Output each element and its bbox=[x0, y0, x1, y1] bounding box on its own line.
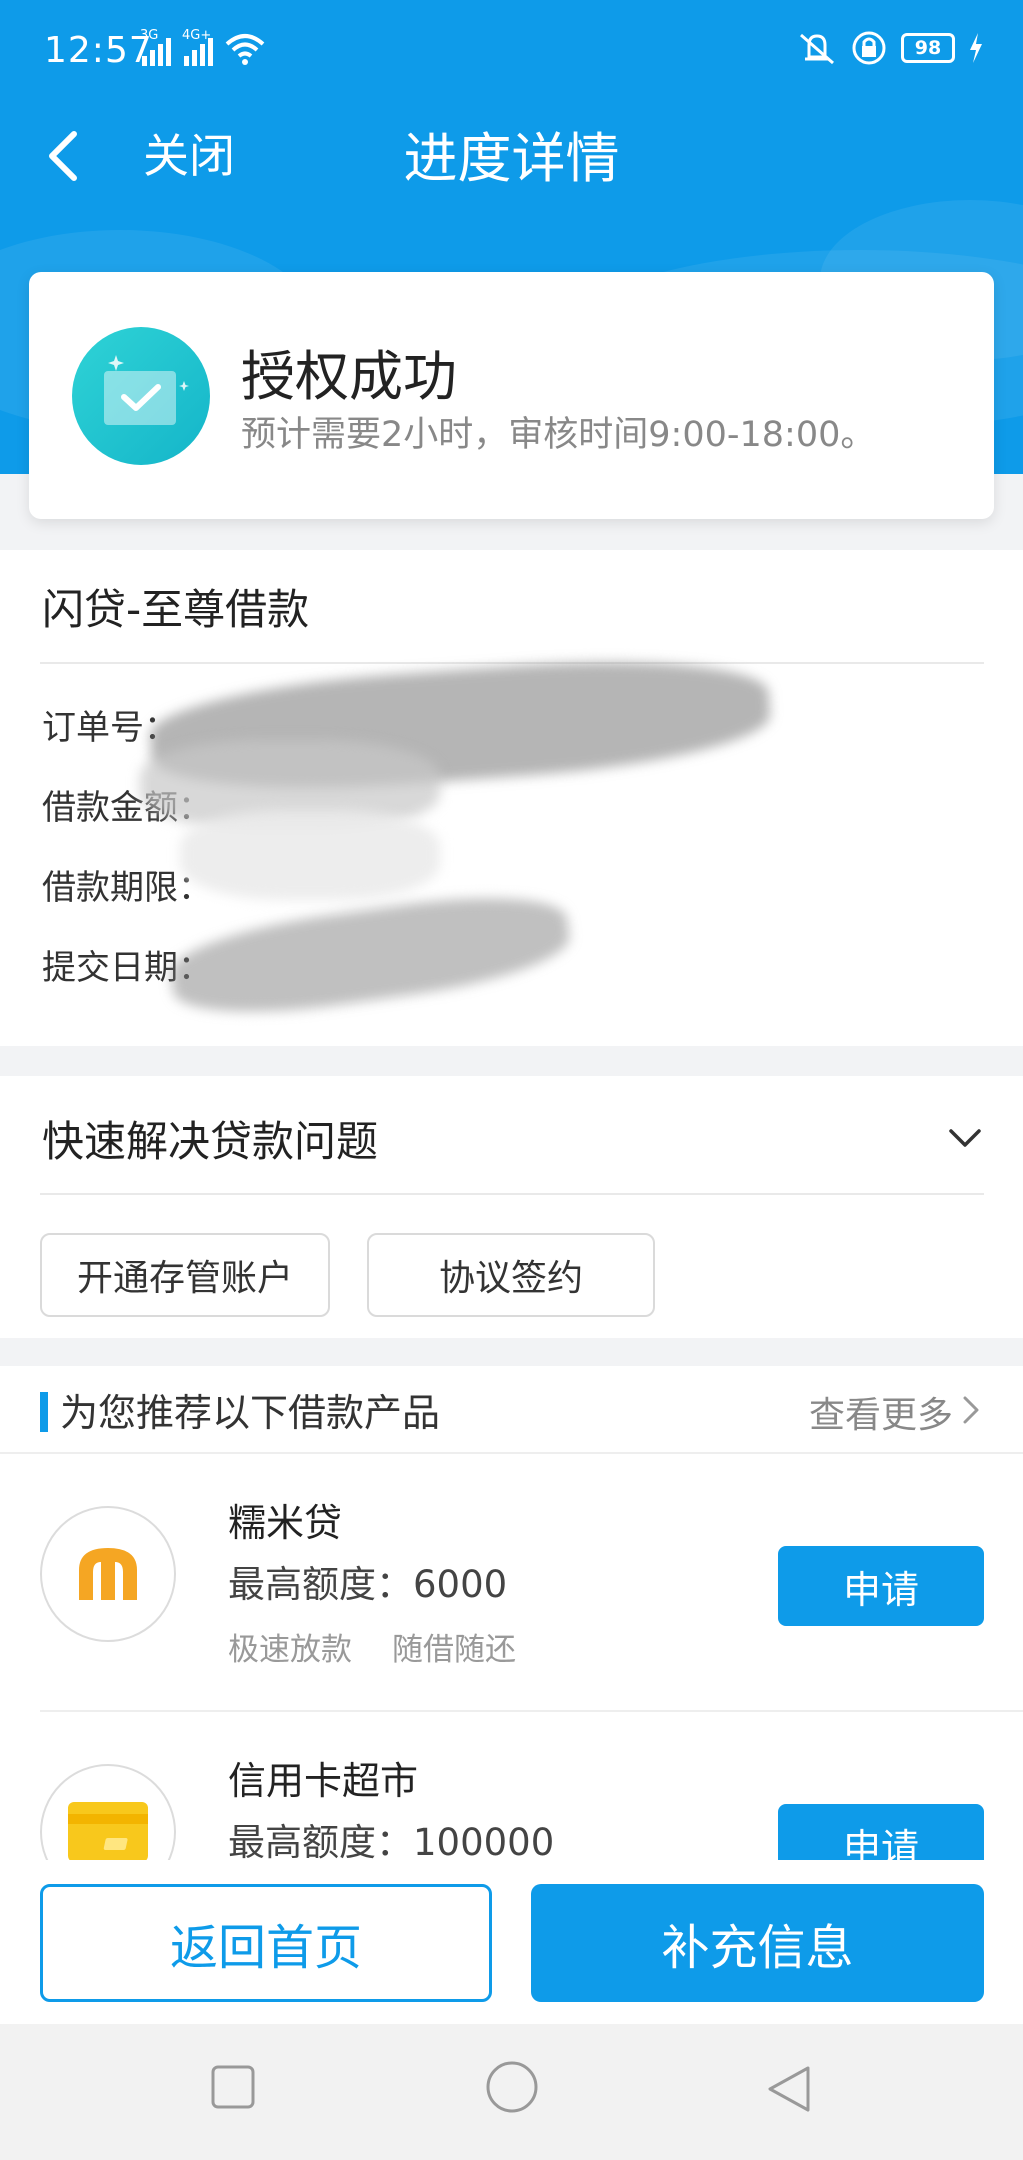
product-limit: 最高额度：6000 bbox=[228, 1563, 508, 1606]
redaction bbox=[180, 810, 440, 900]
section-accent-bar bbox=[40, 1392, 48, 1432]
auth-title: 授权成功 bbox=[241, 345, 457, 408]
home-icon[interactable] bbox=[485, 2060, 539, 2114]
lock-rotation-icon bbox=[852, 31, 886, 65]
charging-icon bbox=[970, 33, 982, 63]
recommendations-section: 为您推荐以下借款产品 查看更多 糯米贷 最高额度：6000 极速放款 随借随还 申… bbox=[0, 1366, 1023, 1860]
bottom-action-bar: 返回首页 补充信息 bbox=[0, 1860, 1023, 2024]
credit-card-icon[interactable] bbox=[40, 1764, 176, 1860]
chevron-right-icon[interactable] bbox=[961, 1394, 981, 1426]
order-details: 闪贷-至尊借款 订单号： 借款金额： 借款期限： 提交日期： bbox=[0, 550, 1023, 1046]
product-name: 闪贷-至尊借款 bbox=[42, 585, 310, 634]
product-name: 糯米贷 bbox=[228, 1501, 343, 1545]
divider bbox=[40, 662, 984, 664]
auth-subtitle: 预计需要2小时，审核时间9:00-18:00。 bbox=[241, 415, 876, 455]
quick-solve-section: 快速解决贷款问题 开通存管账户 协议签约 bbox=[0, 1076, 1023, 1338]
status-time: 12:57 bbox=[44, 30, 153, 71]
network-type-2: 4G+ bbox=[182, 28, 212, 43]
product-limit: 最高额度：100000 bbox=[228, 1821, 555, 1860]
view-more-link[interactable]: 查看更多 bbox=[809, 1386, 953, 1438]
quick-solve-title: 快速解决贷款问题 bbox=[42, 1117, 379, 1166]
nav-bar: 关闭 进度详情 bbox=[0, 106, 1023, 246]
battery-icon: 98 bbox=[901, 33, 955, 63]
open-custody-account-button[interactable]: 开通存管账户 bbox=[40, 1233, 330, 1317]
back-icon[interactable] bbox=[766, 2064, 812, 2114]
divider bbox=[0, 1452, 1023, 1454]
system-nav-bar bbox=[0, 2024, 1023, 2160]
recommendations-heading: 为您推荐以下借款产品 bbox=[60, 1391, 441, 1435]
redaction bbox=[165, 882, 575, 1028]
agreement-sign-button[interactable]: 协议签约 bbox=[367, 1233, 655, 1317]
vibrate-icon bbox=[800, 33, 834, 65]
network-type-1: 3G bbox=[140, 28, 159, 43]
divider bbox=[40, 1193, 984, 1195]
apply-button[interactable]: 申请 bbox=[778, 1546, 984, 1626]
product-tags: 极速放款 随借随还 bbox=[228, 1624, 556, 1669]
status-right-group: 98 bbox=[797, 30, 983, 66]
auth-status-card: 授权成功 预计需要2小时，审核时间9:00-18:00。 bbox=[29, 272, 994, 519]
divider bbox=[40, 1710, 1023, 1712]
product-name: 信用卡超市 bbox=[228, 1759, 419, 1803]
product-tag: 随借随还 bbox=[392, 1632, 516, 1668]
page-title: 进度详情 bbox=[403, 127, 620, 190]
supplement-info-button[interactable]: 补充信息 bbox=[531, 1884, 984, 2002]
back-to-home-button[interactable]: 返回首页 bbox=[40, 1884, 492, 2002]
recent-apps-icon[interactable] bbox=[210, 2064, 256, 2110]
signal-icon: 3G bbox=[140, 28, 171, 66]
chevron-down-icon[interactable] bbox=[947, 1126, 983, 1150]
verified-envelope-icon bbox=[72, 327, 210, 465]
apply-button[interactable]: 申请 bbox=[778, 1804, 984, 1860]
nuomidai-logo-icon[interactable] bbox=[40, 1506, 176, 1642]
wifi-icon bbox=[225, 34, 265, 65]
status-bar: 12:57 3G 4G+ 98 bbox=[0, 0, 1023, 106]
product-tag: 极速放款 bbox=[228, 1632, 352, 1668]
signal-icon-2: 4G+ bbox=[182, 28, 213, 66]
